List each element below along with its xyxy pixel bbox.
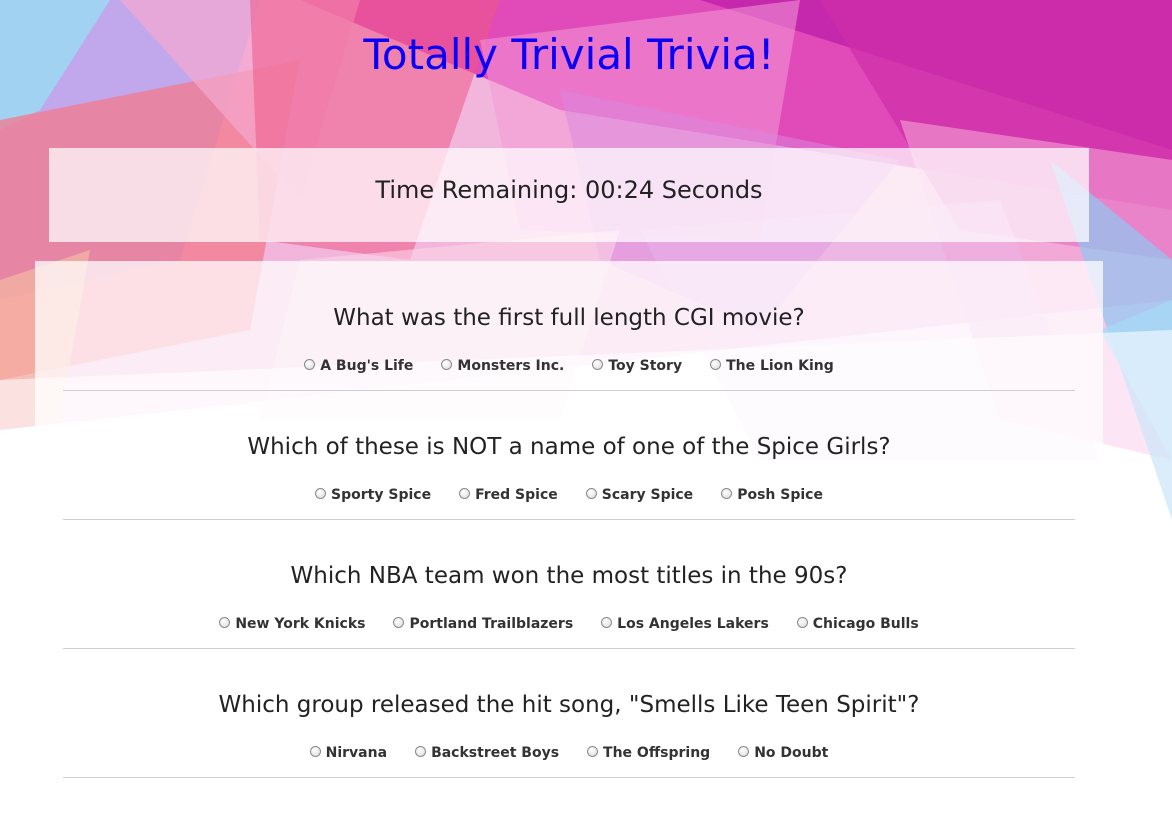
answer-option[interactable]: Fred Spice bbox=[459, 487, 558, 503]
answer-option[interactable]: New York Knicks bbox=[219, 616, 365, 632]
radio-button[interactable] bbox=[585, 488, 597, 499]
answer-option[interactable]: Posh Spice bbox=[721, 487, 823, 503]
radio-button[interactable] bbox=[219, 617, 231, 628]
answer-option[interactable]: Monsters Inc. bbox=[441, 358, 564, 374]
answer-label: Toy Story bbox=[608, 358, 683, 374]
answer-option[interactable]: Los Angeles Lakers bbox=[601, 616, 769, 632]
radio-button[interactable] bbox=[309, 746, 321, 757]
answer-label: Monsters Inc. bbox=[457, 358, 565, 374]
answer-option[interactable]: Scary Spice bbox=[585, 487, 694, 503]
radio-button[interactable] bbox=[415, 746, 427, 757]
answer-label: Posh Spice bbox=[737, 487, 823, 503]
question-text: Which of these is NOT a name of one of t… bbox=[247, 434, 891, 460]
radio-button[interactable] bbox=[710, 359, 722, 370]
answer-option[interactable]: No Doubt bbox=[738, 745, 828, 761]
answer-label: New York Knicks bbox=[235, 616, 366, 632]
question-3: Which NBA team won the most titles in th… bbox=[63, 519, 1075, 649]
radio-button[interactable] bbox=[738, 746, 750, 757]
page: Totally Trivial Trivia! Time Remaining: … bbox=[0, 0, 1172, 821]
answer-option[interactable]: The Lion King bbox=[710, 358, 834, 374]
answer-option[interactable]: A Bug's Life bbox=[304, 358, 413, 374]
answer-options: A Bug's Life Monsters Inc. Toy Story The… bbox=[63, 358, 1075, 374]
answer-options: Nirvana Backstreet Boys The Offspring No… bbox=[63, 745, 1075, 761]
time-remaining: Time Remaining: 00:24 Seconds bbox=[375, 176, 763, 204]
answer-option[interactable]: Toy Story bbox=[592, 358, 682, 374]
answer-option[interactable]: Sporty Spice bbox=[315, 487, 431, 503]
question-2: Which of these is NOT a name of one of t… bbox=[63, 390, 1075, 520]
radio-button[interactable] bbox=[721, 488, 733, 499]
answer-label: The Offspring bbox=[603, 745, 711, 761]
radio-button[interactable] bbox=[601, 617, 613, 628]
radio-button[interactable] bbox=[459, 488, 471, 499]
answer-options: Sporty Spice Fred Spice Scary Spice Posh… bbox=[63, 487, 1075, 503]
answer-option[interactable]: Portland Trailblazers bbox=[393, 616, 573, 632]
answer-label: No Doubt bbox=[754, 745, 829, 761]
answer-label: A Bug's Life bbox=[320, 358, 414, 374]
answer-option[interactable]: Backstreet Boys bbox=[415, 745, 559, 761]
radio-button[interactable] bbox=[796, 617, 808, 628]
answer-label: Nirvana bbox=[325, 745, 388, 761]
radio-button[interactable] bbox=[393, 617, 405, 628]
question-1: What was the first full length CGI movie… bbox=[63, 261, 1075, 391]
question-4: Which group released the hit song, "Smel… bbox=[63, 648, 1075, 778]
answer-option[interactable]: Chicago Bulls bbox=[796, 616, 919, 632]
question-text: What was the first full length CGI movie… bbox=[333, 305, 805, 331]
page-title: Totally Trivial Trivia! bbox=[363, 30, 775, 79]
question-text: Which NBA team won the most titles in th… bbox=[290, 563, 848, 589]
radio-button[interactable] bbox=[315, 488, 327, 499]
radio-button[interactable] bbox=[592, 359, 604, 370]
answer-option[interactable]: The Offspring bbox=[587, 745, 710, 761]
answer-label: Portland Trailblazers bbox=[409, 616, 574, 632]
radio-button[interactable] bbox=[441, 359, 453, 370]
answer-label: Los Angeles Lakers bbox=[617, 616, 769, 632]
question-text: Which group released the hit song, "Smel… bbox=[218, 692, 920, 718]
radio-button[interactable] bbox=[304, 359, 316, 370]
answer-option[interactable]: Nirvana bbox=[309, 745, 388, 761]
quiz-panel: What was the first full length CGI movie… bbox=[35, 261, 1103, 821]
answer-label: Sporty Spice bbox=[331, 487, 432, 503]
answer-label: Backstreet Boys bbox=[431, 745, 560, 761]
answer-label: Fred Spice bbox=[475, 487, 558, 503]
radio-button[interactable] bbox=[587, 746, 599, 757]
answer-label: Chicago Bulls bbox=[812, 616, 919, 632]
timer-panel: Time Remaining: 00:24 Seconds bbox=[49, 148, 1089, 242]
answer-label: Scary Spice bbox=[601, 487, 694, 503]
answer-options: New York Knicks Portland Trailblazers Lo… bbox=[63, 616, 1075, 632]
answer-label: The Lion King bbox=[726, 358, 834, 374]
